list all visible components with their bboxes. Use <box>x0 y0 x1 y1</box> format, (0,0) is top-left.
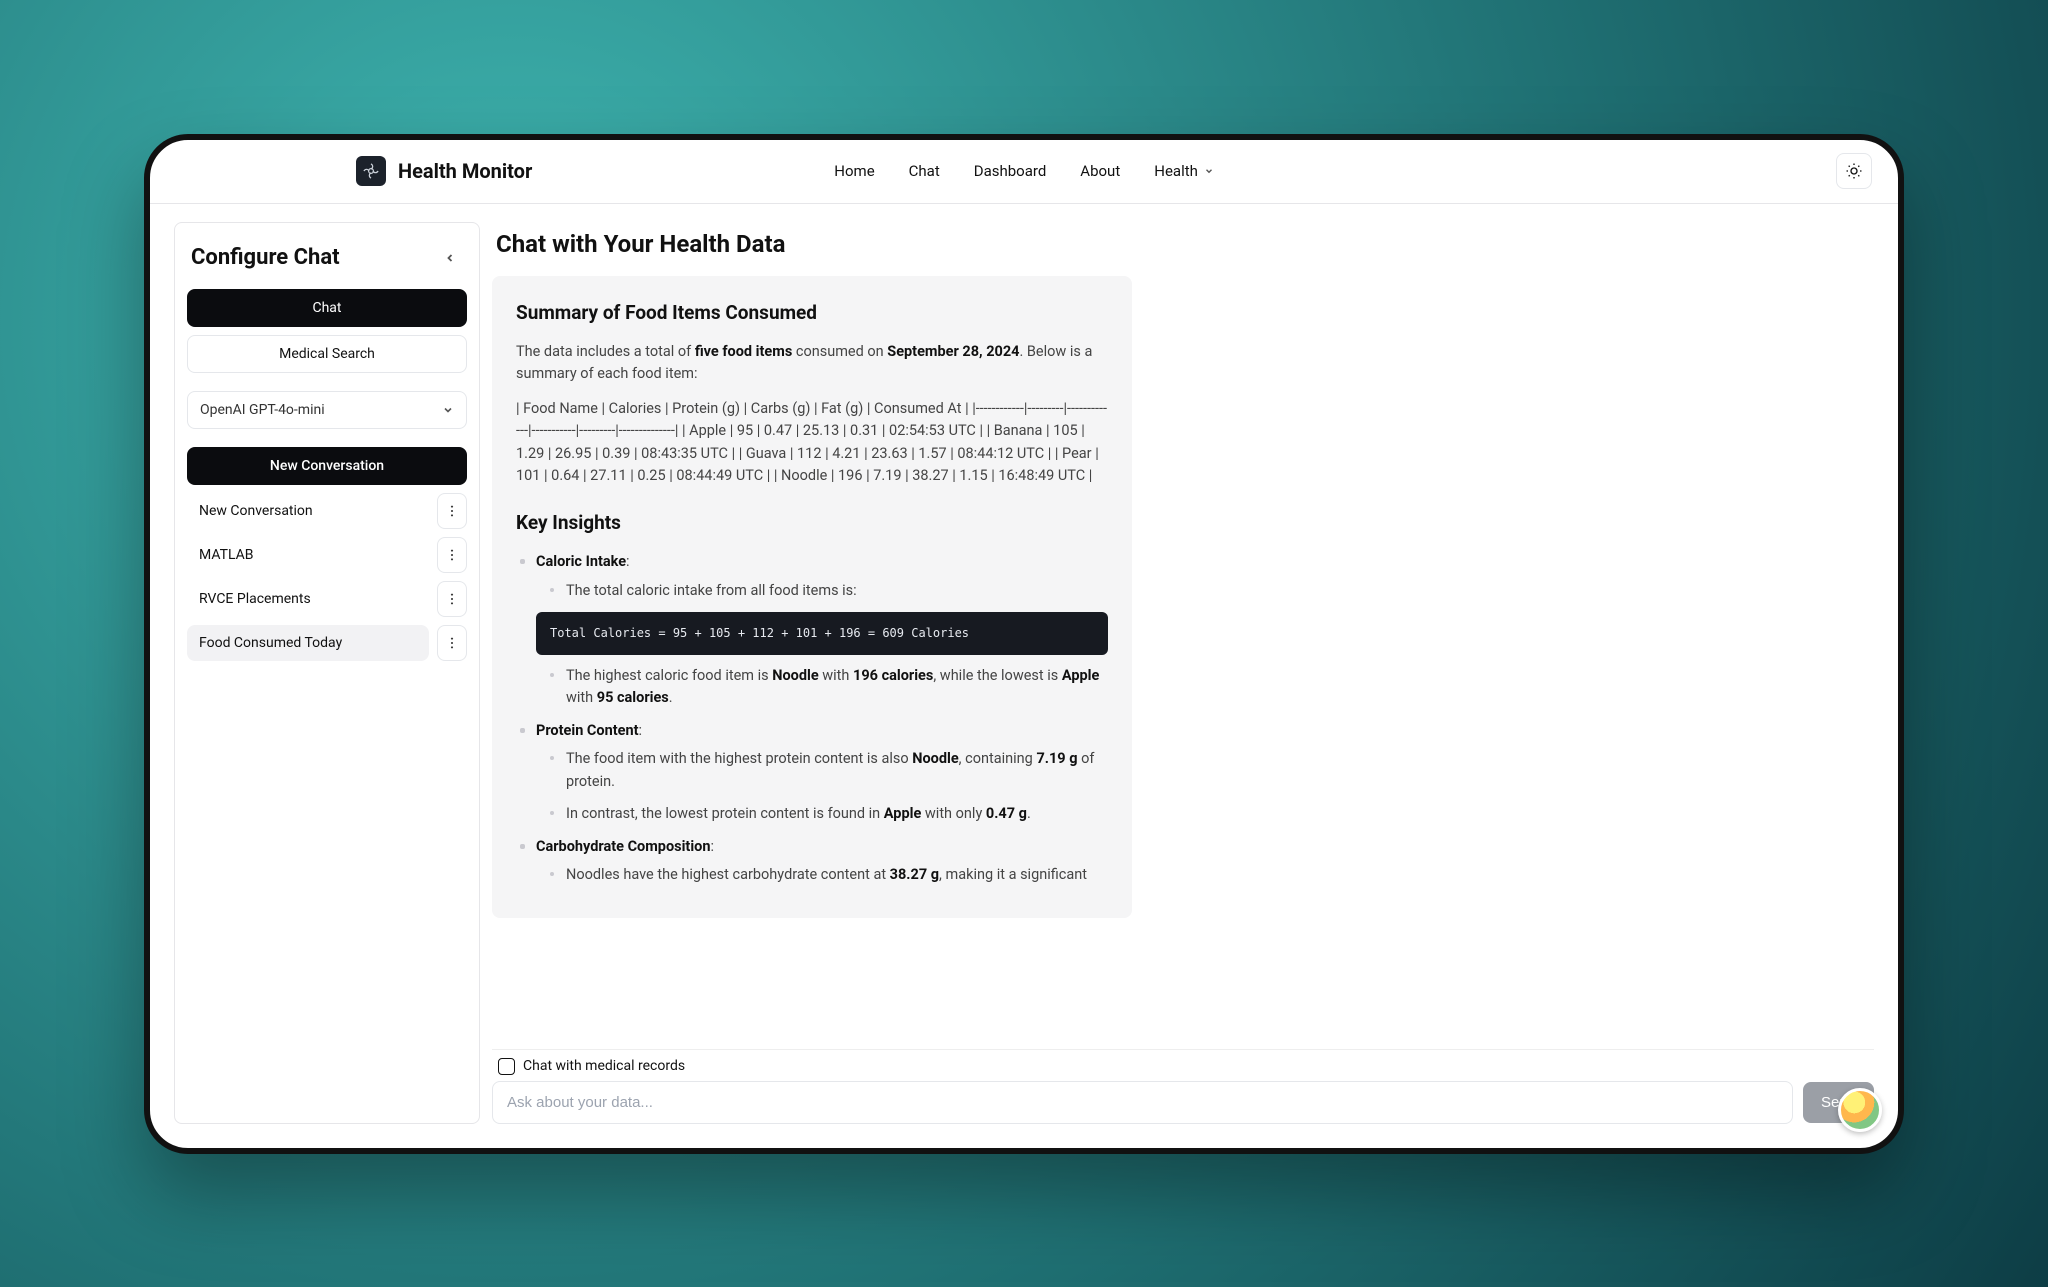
nav-health[interactable]: Health <box>1154 162 1214 180</box>
conversation-item[interactable]: RVCE Placements <box>187 581 429 617</box>
chevron-down-icon <box>1204 166 1214 176</box>
caloric-total-line: The total caloric intake from all food i… <box>546 580 1108 602</box>
chat-input[interactable] <box>492 1081 1793 1124</box>
insight-carbs: Carbohydrate Composition: Noodles have t… <box>516 836 1108 887</box>
nav-health-label: Health <box>1154 162 1198 180</box>
more-vertical-icon <box>445 548 459 562</box>
conversation-item[interactable]: New Conversation <box>187 493 429 529</box>
more-vertical-icon <box>445 592 459 606</box>
model-select-value: OpenAI GPT-4o-mini <box>200 402 325 418</box>
medical-records-label: Chat with medical records <box>523 1058 685 1074</box>
app-window: Health Monitor Home Chat Dashboard About… <box>144 134 1904 1154</box>
nav-chat[interactable]: Chat <box>909 162 940 180</box>
conversation-menu-button[interactable] <box>437 493 467 529</box>
medical-records-checkbox[interactable] <box>498 1058 515 1075</box>
sidebar-collapse-button[interactable] <box>437 245 463 271</box>
input-row: Send <box>492 1081 1874 1124</box>
more-vertical-icon <box>445 504 459 518</box>
protein-high-line: The food item with the highest protein c… <box>546 748 1108 793</box>
input-bar: Chat with medical records Send <box>492 1049 1874 1124</box>
theme-toggle-button[interactable] <box>1836 153 1872 189</box>
brand-title: Health Monitor <box>398 159 532 183</box>
conversation-row: Food Consumed Today <box>187 625 467 661</box>
sun-icon <box>1845 162 1863 180</box>
conversation-list: New Conversation MATLAB RVCE Placements <box>187 493 467 661</box>
more-vertical-icon <box>445 636 459 650</box>
top-nav: Health Monitor Home Chat Dashboard About… <box>150 140 1898 204</box>
tab-medical-search[interactable]: Medical Search <box>187 335 467 373</box>
main: Chat with Your Health Data Summary of Fo… <box>492 222 1874 1124</box>
nav-dashboard[interactable]: Dashboard <box>974 162 1047 180</box>
nav-home[interactable]: Home <box>834 162 874 180</box>
brand: Health Monitor <box>356 156 532 186</box>
sidebar: Configure Chat Chat Medical Search OpenA… <box>174 222 480 1124</box>
conversation-row: RVCE Placements <box>187 581 467 617</box>
conversation-menu-button[interactable] <box>437 537 467 573</box>
conversation-item-active[interactable]: Food Consumed Today <box>187 625 429 661</box>
tab-chat[interactable]: Chat <box>187 289 467 327</box>
caloric-code-block: Total Calories = 95 + 105 + 112 + 101 + … <box>536 612 1108 655</box>
conversation-menu-button[interactable] <box>437 625 467 661</box>
page-title: Chat with Your Health Data <box>492 222 1874 276</box>
user-avatar[interactable] <box>1838 1088 1882 1132</box>
summary-heading: Summary of Food Items Consumed <box>516 298 1108 327</box>
summary-intro: The data includes a total of five food i… <box>516 341 1108 386</box>
nav-links: Home Chat Dashboard About Health <box>834 162 1214 180</box>
new-conversation-button[interactable]: New Conversation <box>187 447 467 485</box>
nav-about[interactable]: About <box>1080 162 1120 180</box>
carb-high-line: Noodles have the highest carbohydrate co… <box>546 864 1108 886</box>
insights-heading: Key Insights <box>516 508 1108 537</box>
conversation-item[interactable]: MATLAB <box>187 537 429 573</box>
body: Configure Chat Chat Medical Search OpenA… <box>150 204 1898 1148</box>
sidebar-header: Configure Chat <box>187 239 467 289</box>
conversation-row: New Conversation <box>187 493 467 529</box>
assistant-message: Summary of Food Items Consumed The data … <box>492 276 1132 919</box>
protein-low-line: In contrast, the lowest protein content … <box>546 803 1108 825</box>
medical-records-toggle-row: Chat with medical records <box>492 1058 1874 1075</box>
chat-area: Summary of Food Items Consumed The data … <box>492 276 1874 1043</box>
insight-protein: Protein Content: The food item with the … <box>516 720 1108 826</box>
mode-tabs: Chat Medical Search <box>187 289 467 373</box>
conversation-row: MATLAB <box>187 537 467 573</box>
model-select[interactable]: OpenAI GPT-4o-mini <box>187 391 467 429</box>
brand-logo-icon <box>356 156 386 186</box>
conversation-menu-button[interactable] <box>437 581 467 617</box>
summary-table-raw: | Food Name | Calories | Protein (g) | C… <box>516 398 1108 488</box>
chevron-left-icon <box>444 252 456 264</box>
insight-caloric: Caloric Intake: The total caloric intake… <box>516 551 1108 709</box>
sidebar-title: Configure Chat <box>191 245 340 270</box>
caloric-highlow-line: The highest caloric food item is Noodle … <box>546 665 1108 710</box>
insights-list: Caloric Intake: The total caloric intake… <box>516 551 1108 886</box>
chevron-down-icon <box>442 404 454 416</box>
